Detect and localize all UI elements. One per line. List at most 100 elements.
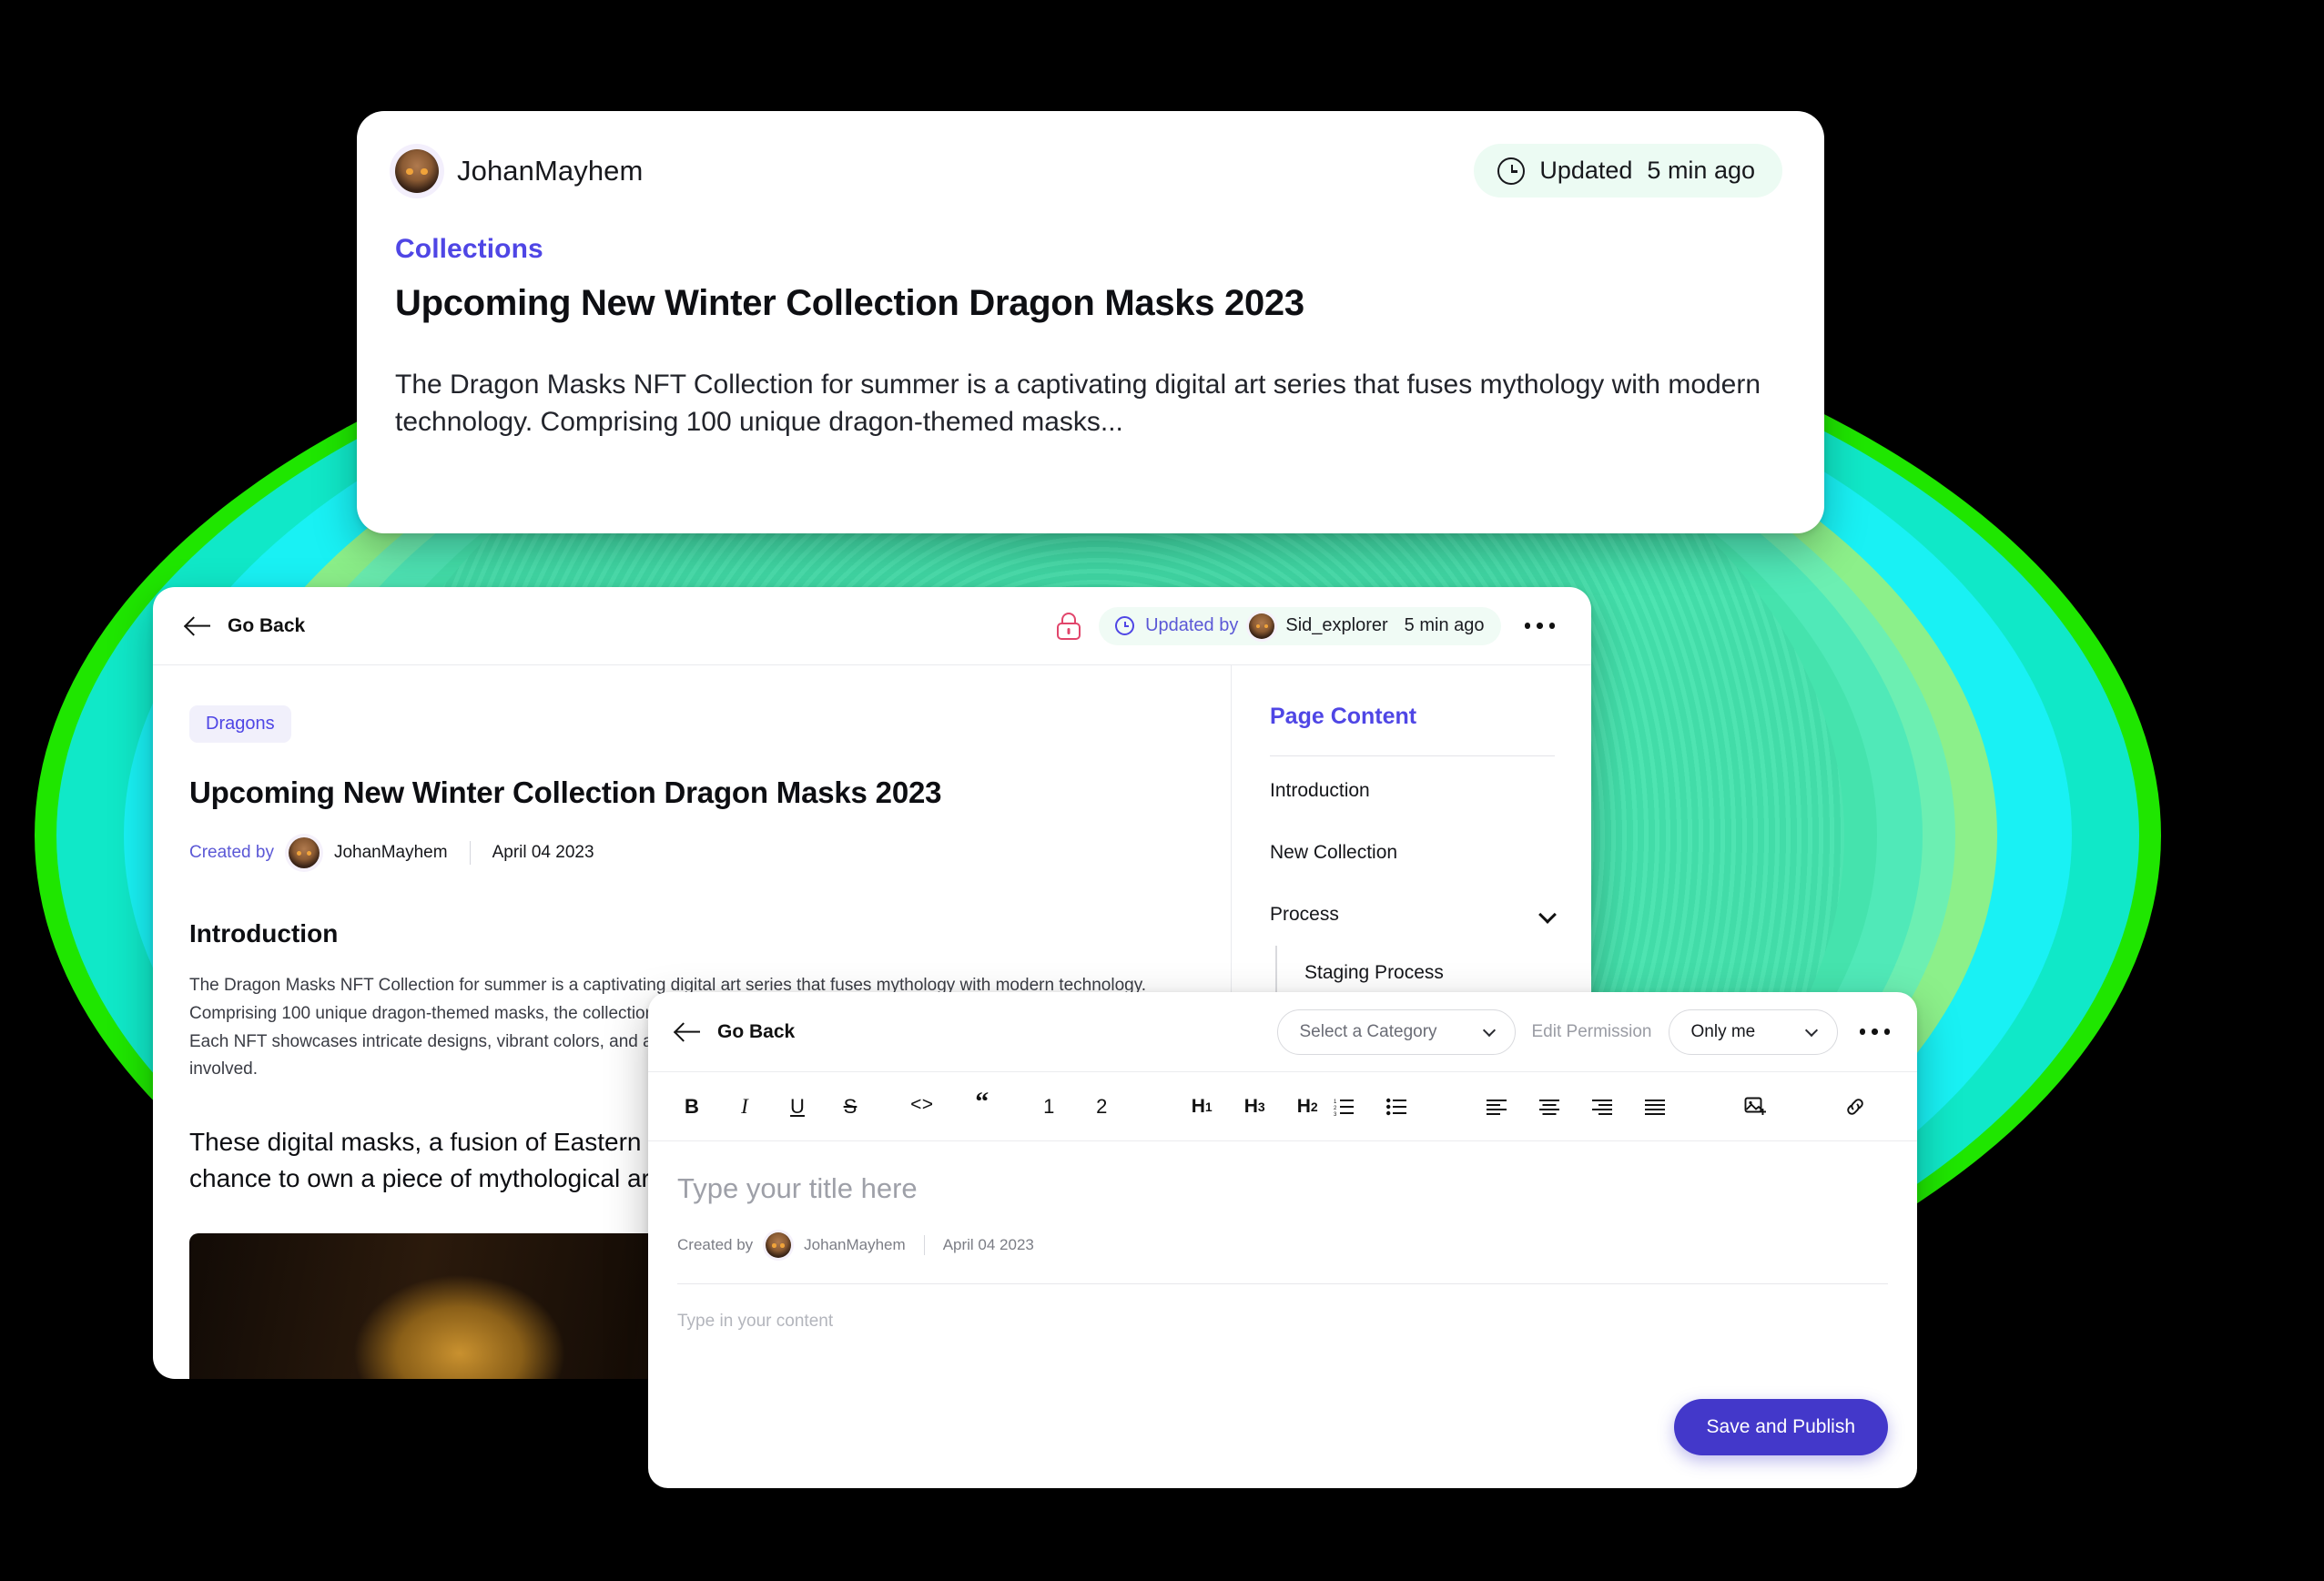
preview-card: JohanMayhem Updated 5 min ago Collection…	[357, 111, 1824, 533]
article-section-heading: Introduction	[189, 919, 339, 948]
page-content-item-process[interactable]: Process	[1270, 884, 1555, 946]
blockquote-icon[interactable]: “	[975, 1088, 989, 1125]
edit-permission-value: Only me	[1690, 1021, 1756, 1041]
editor-content-input[interactable]: Type in your content	[677, 1312, 1888, 1332]
subscript-icon[interactable]: 2	[1083, 1089, 1120, 1125]
preview-updated-label: Updated	[1539, 157, 1633, 184]
updated-by-label: Updated by	[1145, 615, 1239, 635]
preview-updated-badge: Updated 5 min ago	[1474, 144, 1782, 198]
editor-body: Type your title here Created by JohanMay…	[648, 1141, 1917, 1488]
heading-1-icon[interactable]: H1	[1183, 1089, 1220, 1125]
go-back-button[interactable]: Go Back	[186, 613, 305, 639]
page-content-item-introduction[interactable]: Introduction	[1270, 760, 1555, 822]
script-group: 1 2	[1030, 1089, 1120, 1125]
text-style-group: B I U S	[674, 1089, 868, 1125]
more-horizontal-icon[interactable]	[1854, 1021, 1896, 1042]
editor-date: April 04 2023	[942, 1236, 1034, 1253]
more-horizontal-icon[interactable]	[1519, 615, 1561, 636]
svg-text:3: 3	[1334, 1112, 1337, 1116]
preview-description: The Dragon Masks NFT Collection for summ…	[395, 370, 1761, 438]
svg-text:1: 1	[1334, 1100, 1337, 1105]
article-title: Upcoming New Winter Collection Dragon Ma…	[189, 775, 942, 809]
heading-group: H1 H3 H2	[1183, 1089, 1325, 1125]
screenshot-stage: JohanMayhem Updated 5 min ago Collection…	[0, 0, 2324, 1581]
editor-go-back-button[interactable]: Go Back	[675, 1019, 795, 1045]
editor-header-actions: Select a Category Edit Permission Only m…	[1276, 1008, 1896, 1055]
ordered-list-icon[interactable]: 123	[1325, 1089, 1362, 1125]
page-content-divider	[1270, 755, 1555, 756]
align-justify-icon[interactable]	[1637, 1089, 1673, 1125]
viewer-header-actions: Updated by Sid_explorer 5 min ago	[1057, 606, 1561, 645]
strikethrough-icon[interactable]: S	[832, 1089, 868, 1125]
article-tag-chip[interactable]: Dragons	[189, 705, 291, 743]
author-avatar	[288, 837, 320, 868]
updated-by-avatar	[1249, 613, 1275, 639]
meta-divider	[469, 841, 471, 865]
author-name: JohanMayhem	[333, 843, 448, 862]
insert-link-icon[interactable]	[1837, 1089, 1873, 1125]
editor-toolbar: B I U S <> “ 1 2 H1 H3 H2 1 2 3	[648, 1072, 1917, 1141]
h1-level: 1	[1204, 1099, 1213, 1114]
preview-user-chip: JohanMayhem	[395, 148, 644, 193]
chevron-down-icon[interactable]	[1540, 907, 1555, 922]
article-date: April 04 2023	[492, 843, 594, 862]
viewer-header: Go Back Updated by Sid_explorer 5 min ag…	[153, 587, 1591, 665]
h2-level: 2	[1310, 1099, 1318, 1114]
list-group: 123	[1325, 1089, 1415, 1125]
clock-icon	[1115, 616, 1135, 635]
code-block-icon[interactable]: <>	[910, 1089, 933, 1125]
h3-level: 3	[1257, 1099, 1265, 1114]
lock-icon[interactable]	[1057, 612, 1081, 640]
bullet-list-icon[interactable]	[1378, 1089, 1415, 1125]
h2-letter: H	[1296, 1095, 1311, 1117]
arrow-left-icon	[186, 613, 211, 639]
h1-letter: H	[1191, 1095, 1205, 1117]
editor-go-back-label: Go Back	[717, 1020, 796, 1042]
preview-card-header: JohanMayhem Updated 5 min ago	[357, 111, 1824, 198]
page-content-item-process-label: Process	[1270, 904, 1339, 925]
h3-letter: H	[1243, 1095, 1258, 1117]
preview-user-name: JohanMayhem	[457, 154, 644, 187]
svg-text:2: 2	[1334, 1106, 1337, 1111]
editor-header: Go Back Select a Category Edit Permissio…	[648, 992, 1917, 1072]
editor-meta-divider	[923, 1235, 925, 1255]
heading-2-icon[interactable]: H2	[1289, 1089, 1325, 1125]
page-content-title: Page Content	[1270, 704, 1417, 729]
heading-3-icon[interactable]: H3	[1236, 1089, 1273, 1125]
preview-kicker-link[interactable]: Collections	[395, 234, 1782, 265]
bold-icon[interactable]: B	[674, 1089, 710, 1125]
lock-body	[1057, 622, 1081, 640]
editor-title-input[interactable]: Type your title here	[677, 1172, 1888, 1205]
clock-icon	[1497, 157, 1526, 185]
preview-updated-time: 5 min ago	[1647, 157, 1755, 184]
article-meta: Created by JohanMayhem April 04 2023	[189, 837, 1194, 868]
insert-image-icon[interactable]	[1737, 1089, 1773, 1125]
updated-by-time: 5 min ago	[1404, 615, 1485, 635]
edit-permission-select[interactable]: Only me	[1668, 1008, 1838, 1055]
underline-icon[interactable]: U	[779, 1089, 816, 1125]
editor-toolbar-right: 123	[1325, 1089, 1917, 1125]
updated-by-badge: Updated by Sid_explorer 5 min ago	[1099, 606, 1501, 645]
align-center-icon[interactable]	[1531, 1089, 1568, 1125]
arrow-left-icon	[675, 1019, 701, 1045]
preview-title: Upcoming New Winter Collection Dragon Ma…	[395, 283, 1304, 323]
align-right-icon[interactable]	[1584, 1089, 1620, 1125]
align-left-icon[interactable]	[1478, 1089, 1515, 1125]
italic-icon[interactable]: I	[726, 1089, 763, 1125]
page-content-item-new-collection[interactable]: New Collection	[1270, 822, 1555, 884]
editor-author-avatar	[766, 1232, 792, 1258]
created-by-label: Created by	[189, 843, 274, 862]
align-group	[1478, 1089, 1673, 1125]
preview-card-body: Collections Upcoming New Winter Collecti…	[357, 198, 1824, 441]
article-editor-card: Go Back Select a Category Edit Permissio…	[648, 992, 1917, 1488]
superscript-icon[interactable]: 1	[1030, 1089, 1067, 1125]
editor-author-name: JohanMayhem	[804, 1236, 906, 1253]
edit-permission-label: Edit Permission	[1531, 1021, 1652, 1041]
category-select[interactable]: Select a Category	[1276, 1008, 1516, 1055]
editor-meta: Created by JohanMayhem April 04 2023	[677, 1232, 1888, 1258]
save-and-publish-button[interactable]: Save and Publish	[1673, 1399, 1888, 1455]
go-back-label: Go Back	[228, 614, 306, 636]
user-avatar	[395, 148, 439, 193]
category-select-label: Select a Category	[1299, 1021, 1437, 1041]
editor-created-by-label: Created by	[677, 1236, 754, 1253]
